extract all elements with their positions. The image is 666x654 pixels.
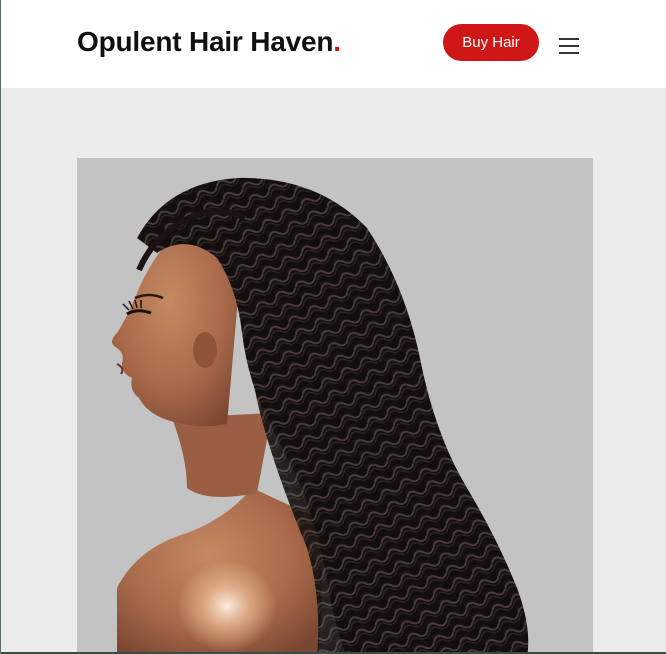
site-logo[interactable]: Opulent Hair Haven. bbox=[77, 24, 341, 60]
menu-bar-top bbox=[559, 37, 579, 40]
brand-dot: . bbox=[333, 26, 341, 57]
brand-name: Opulent Hair Haven bbox=[77, 26, 334, 57]
menu-bar-middle bbox=[559, 44, 579, 47]
wig-model-photo bbox=[77, 158, 593, 654]
buy-hair-button[interactable]: Buy Hair bbox=[443, 24, 539, 61]
page: Opulent Hair Haven. Buy Hair bbox=[0, 0, 666, 654]
menu-bar-bottom bbox=[559, 51, 579, 54]
hamburger-menu-icon[interactable] bbox=[557, 30, 581, 56]
hero-image bbox=[77, 158, 593, 654]
site-header: Opulent Hair Haven. Buy Hair bbox=[1, 0, 666, 88]
